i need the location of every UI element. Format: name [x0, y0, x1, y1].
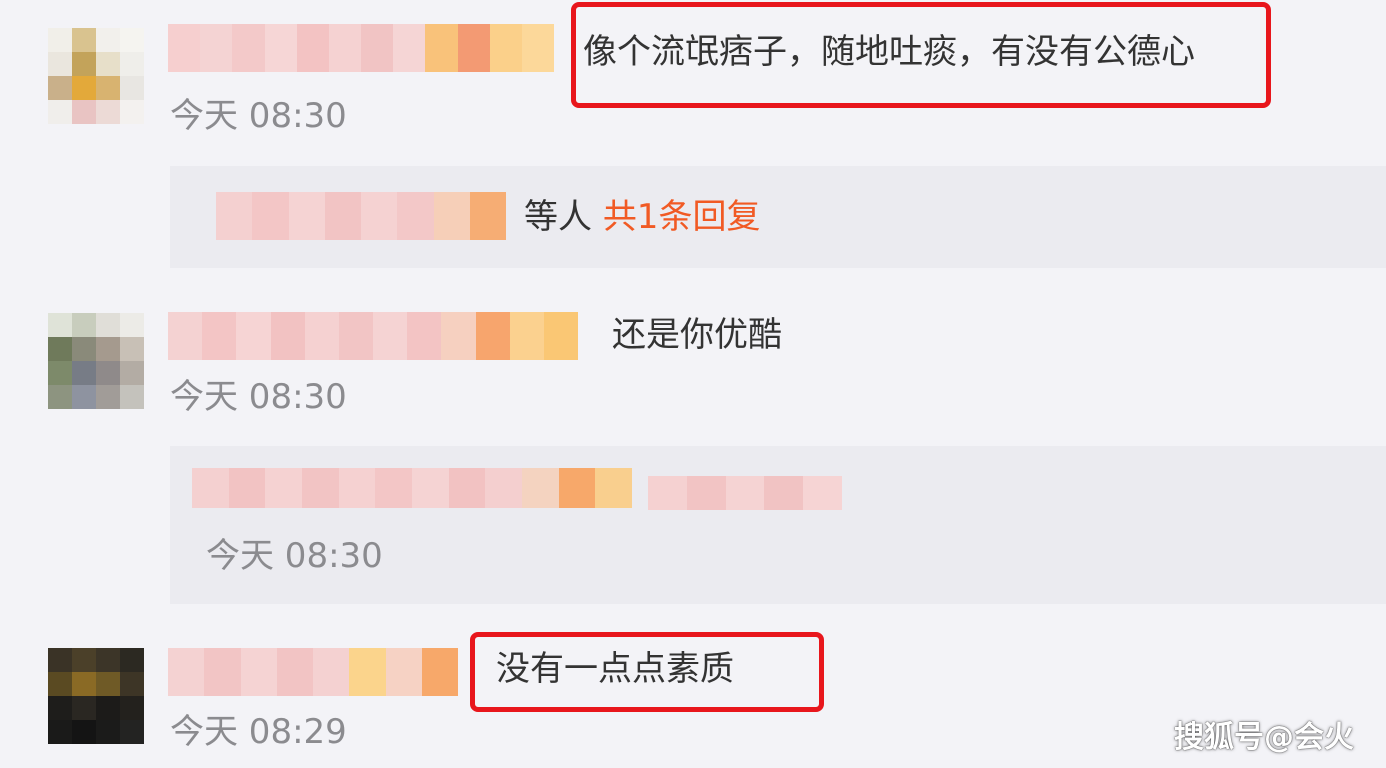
avatar[interactable] — [48, 313, 144, 409]
highlight-box — [571, 2, 1271, 108]
reply-username-blurred — [216, 192, 506, 240]
reply-count-link[interactable]: 共1条回复 — [603, 197, 761, 237]
username-blurred[interactable] — [168, 24, 555, 72]
comment-timestamp: 今天 08:30 — [170, 377, 347, 417]
reply-content-blurred — [192, 468, 633, 508]
reply-preview-text: 等人 共1条回复 — [524, 200, 760, 234]
username-blurred[interactable] — [168, 312, 579, 360]
nested-reply[interactable]: 今天 08:30 — [170, 446, 1386, 604]
comment-text: 还是你优酷 — [612, 315, 782, 355]
reply-preview-suffix: 等人 — [524, 197, 592, 237]
comment-timestamp: 今天 08:29 — [170, 712, 347, 752]
reply-timestamp: 今天 08:30 — [206, 536, 383, 576]
highlight-box — [470, 632, 824, 712]
reply-content-blurred — [648, 476, 842, 510]
avatar[interactable] — [48, 648, 144, 744]
watermark: 搜狐号@会火 — [1174, 720, 1354, 755]
avatar[interactable] — [48, 28, 144, 124]
username-blurred[interactable] — [168, 648, 458, 696]
reply-preview[interactable]: 等人 共1条回复 — [170, 166, 1386, 268]
comment-timestamp: 今天 08:30 — [170, 96, 347, 136]
